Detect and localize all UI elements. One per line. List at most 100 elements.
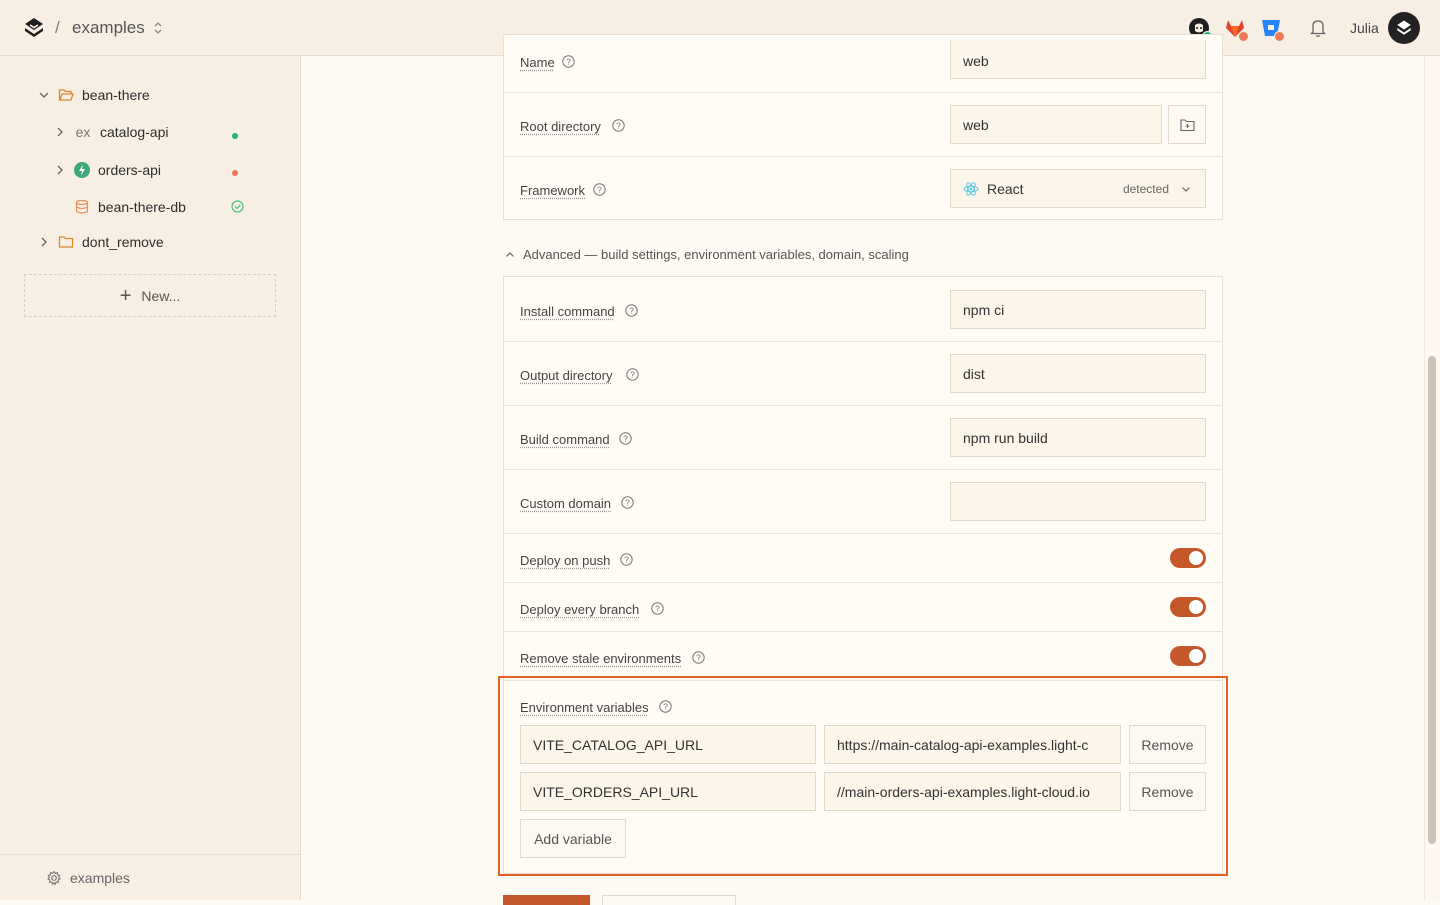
output-directory-label: Output directory (520, 368, 613, 383)
tree-item-catalog-api[interactable]: ex catalog-api (54, 120, 169, 144)
chevron-right-icon[interactable] (38, 236, 50, 248)
gitlab-status-dot (1238, 31, 1249, 42)
basic-settings-card: Name ? web Root directory ? web Framewor… (503, 34, 1223, 220)
chevron-right-icon[interactable] (54, 164, 66, 176)
bell-icon[interactable] (1309, 18, 1327, 38)
svg-text:?: ? (655, 604, 660, 614)
deploy-every-branch-toggle[interactable] (1170, 597, 1206, 617)
help-icon[interactable]: ? (659, 700, 672, 713)
browse-folder-button[interactable] (1168, 105, 1206, 144)
folder-plus-icon (1180, 118, 1195, 132)
row-custom-domain: Custom domain ? (504, 470, 1222, 534)
help-icon[interactable]: ? (626, 368, 639, 381)
tree-item-bean-there-db[interactable]: bean-there-db (74, 195, 186, 219)
help-icon[interactable]: ? (620, 553, 633, 566)
sidebar-footer-label: examples (70, 870, 130, 886)
status-dot-orange (232, 170, 238, 176)
row-output-directory: Output directory ? dist (504, 342, 1222, 406)
help-icon[interactable]: ? (612, 119, 625, 132)
help-icon[interactable]: ? (619, 432, 632, 445)
svg-text:?: ? (616, 121, 621, 131)
folder-open-icon (58, 87, 74, 103)
framework-label: Framework (520, 183, 585, 198)
svg-text:?: ? (566, 57, 571, 67)
deploy-every-branch-label: Deploy every branch (520, 602, 639, 617)
help-icon[interactable]: ? (651, 602, 664, 615)
secondary-action-button[interactable] (602, 895, 736, 905)
new-button-label: New... (141, 288, 180, 304)
root-directory-label: Root directory (520, 119, 601, 134)
avatar[interactable] (1388, 12, 1420, 44)
react-icon (963, 181, 979, 197)
plus-icon: + (120, 286, 132, 306)
tree-item-label: orders-api (98, 162, 161, 178)
environment-variables-label: Environment variables (520, 700, 649, 715)
tree-item-label: dont_remove (82, 234, 164, 250)
remove-env-button[interactable]: Remove (1129, 725, 1206, 764)
svg-text:?: ? (623, 434, 628, 444)
svg-text:?: ? (663, 702, 668, 712)
tree-item-bean-there[interactable]: bean-there (38, 83, 150, 107)
custom-domain-label: Custom domain (520, 496, 611, 511)
tree-item-label: catalog-api (100, 124, 169, 140)
framework-detected-badge: detected (1123, 182, 1169, 196)
name-input[interactable]: web (950, 40, 1206, 79)
scrollbar-thumb[interactable] (1428, 356, 1436, 844)
advanced-settings-card: Install command ? npm ci Output director… (503, 276, 1223, 874)
chevron-right-icon[interactable] (54, 126, 66, 138)
tree-item-label: bean-there (82, 87, 150, 103)
database-icon (74, 199, 90, 215)
svg-text:?: ? (597, 185, 602, 195)
chevron-up-icon (505, 250, 515, 260)
svg-text:?: ? (629, 306, 634, 316)
primary-action-button[interactable] (503, 895, 590, 905)
bolt-icon (74, 162, 90, 178)
chevron-down-icon[interactable] (38, 89, 50, 101)
help-icon[interactable]: ? (621, 496, 634, 509)
framework-select[interactable]: React detected (950, 169, 1206, 208)
help-icon[interactable]: ? (562, 55, 575, 68)
add-variable-button[interactable]: Add variable (520, 819, 626, 858)
status-dot-green (232, 133, 238, 139)
new-button[interactable]: + New... (24, 274, 276, 317)
row-deploy-every-branch: Deploy every branch ? (504, 583, 1222, 632)
chevron-down-icon (1181, 184, 1191, 194)
project-name[interactable]: examples (72, 18, 145, 38)
build-command-label: Build command (520, 432, 610, 447)
output-directory-input[interactable]: dist (950, 354, 1206, 393)
env-value-input[interactable]: https://main-catalog-api-examples.light-… (824, 725, 1121, 764)
help-icon[interactable]: ? (692, 651, 705, 664)
remove-stale-toggle[interactable] (1170, 646, 1206, 666)
remove-env-button[interactable]: Remove (1129, 772, 1206, 811)
chevron-up-down-icon[interactable] (151, 20, 165, 36)
app-logo-icon[interactable] (22, 16, 46, 40)
deploy-on-push-label: Deploy on push (520, 553, 610, 568)
row-build-command: Build command ? npm run build (504, 406, 1222, 470)
sidebar-footer[interactable]: examples (0, 854, 300, 901)
bitbucket-status-dot (1274, 31, 1285, 42)
avatar-logo-icon (1395, 19, 1413, 37)
tree-item-dont-remove[interactable]: dont_remove (38, 230, 164, 254)
deploy-on-push-toggle[interactable] (1170, 548, 1206, 568)
express-icon: ex (74, 124, 92, 140)
help-icon[interactable]: ? (593, 183, 606, 196)
env-key-input[interactable]: VITE_CATALOG_API_URL (520, 725, 816, 764)
advanced-toggle[interactable]: Advanced — build settings, environment v… (505, 247, 909, 262)
user-name[interactable]: Julia (1350, 20, 1379, 36)
breadcrumb-separator: / (55, 18, 60, 38)
remove-stale-label: Remove stale environments (520, 651, 681, 666)
row-remove-stale: Remove stale environments ? (504, 632, 1222, 681)
advanced-toggle-label: Advanced — build settings, environment v… (523, 247, 909, 262)
tree-item-label: bean-there-db (98, 199, 186, 215)
row-environment-variables: Environment variables ? VITE_CATALOG_API… (504, 681, 1222, 875)
env-value-input[interactable]: //main-orders-api-examples.light-cloud.i… (824, 772, 1121, 811)
install-command-input[interactable]: npm ci (950, 290, 1206, 329)
check-circle-icon (231, 200, 244, 213)
row-install-command: Install command ? npm ci (504, 277, 1222, 342)
custom-domain-input[interactable] (950, 482, 1206, 521)
env-key-input[interactable]: VITE_ORDERS_API_URL (520, 772, 816, 811)
tree-item-orders-api[interactable]: orders-api (54, 158, 161, 182)
help-icon[interactable]: ? (625, 304, 638, 317)
build-command-input[interactable]: npm run build (950, 418, 1206, 457)
root-directory-input[interactable]: web (950, 105, 1162, 144)
